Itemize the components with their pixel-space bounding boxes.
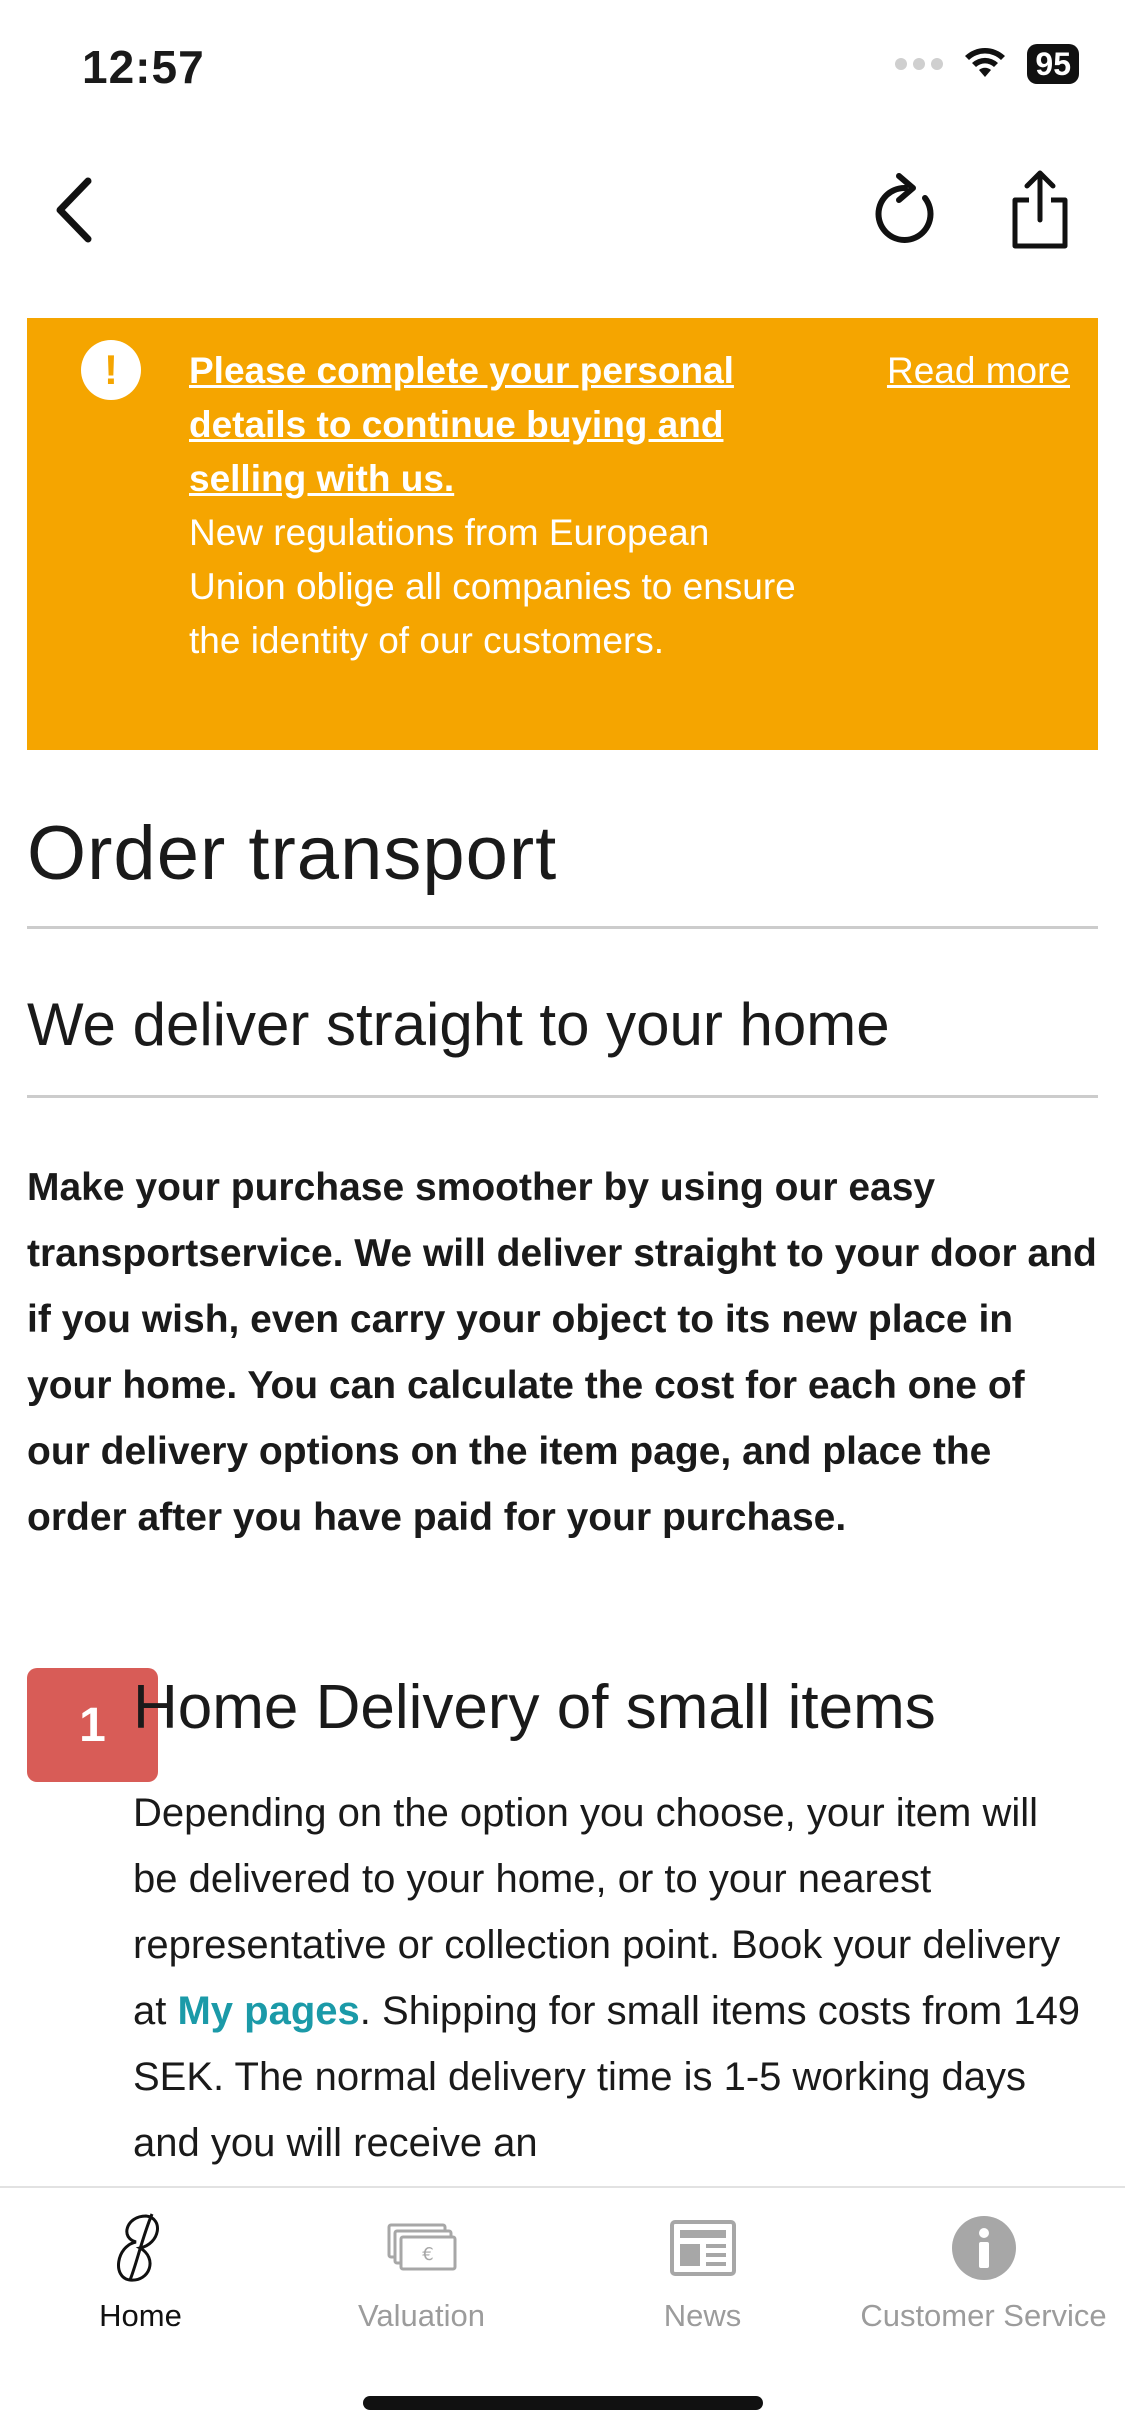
banner-title-link[interactable]: Please complete your personal details to…: [189, 344, 809, 506]
tab-customer-service[interactable]: Customer Service: [843, 2208, 1124, 2348]
my-pages-link[interactable]: My pages: [177, 1989, 359, 2033]
status-indicators: 95: [895, 44, 1079, 84]
read-more-link[interactable]: Read more: [887, 344, 1070, 398]
tab-label: Home: [99, 2298, 182, 2333]
tab-label: Customer Service: [860, 2298, 1107, 2333]
step-description: Depending on the option you choose, your…: [133, 1780, 1093, 2176]
tab-label: News: [663, 2298, 742, 2333]
svg-text:€: €: [422, 2244, 433, 2265]
back-button[interactable]: [40, 155, 110, 265]
status-bar: 12:57 95: [0, 0, 1125, 135]
status-time: 12:57: [82, 41, 205, 93]
share-button[interactable]: [995, 155, 1085, 265]
home-indicator: [363, 2396, 763, 2410]
nav-bar: [0, 135, 1125, 320]
newspaper-icon: [669, 2208, 736, 2288]
page-subtitle: We deliver straight to your home: [27, 991, 890, 1058]
refresh-icon: [875, 173, 934, 243]
home-logo-icon: [106, 2208, 176, 2288]
banknotes-icon: €: [387, 2208, 457, 2288]
tab-home[interactable]: Home: [0, 2208, 281, 2348]
battery-indicator: 95: [1027, 44, 1079, 84]
refresh-button[interactable]: [860, 155, 950, 265]
page-title: Order transport: [27, 811, 558, 896]
tab-valuation[interactable]: € Valuation: [281, 2208, 562, 2348]
chevron-left-icon: [56, 177, 92, 243]
personal-details-banner: ! Please complete your personal details …: [27, 318, 1098, 750]
banner-text: New regulations from European Union obli…: [189, 512, 796, 661]
divider: [27, 926, 1098, 929]
divider: [27, 1095, 1098, 1098]
share-icon: [1012, 170, 1068, 249]
tab-label: Valuation: [358, 2298, 485, 2333]
info-icon: [951, 2208, 1017, 2288]
banner-body: Please complete your personal details to…: [189, 344, 809, 668]
exclamation-icon: !: [81, 340, 141, 400]
wifi-icon: [963, 45, 1007, 84]
tab-news[interactable]: News: [562, 2208, 843, 2348]
step-title: Home Delivery of small items: [133, 1673, 936, 1742]
intro-paragraph: Make your purchase smoother by using our…: [27, 1166, 1097, 1539]
cellular-signal-icon: [895, 58, 944, 70]
